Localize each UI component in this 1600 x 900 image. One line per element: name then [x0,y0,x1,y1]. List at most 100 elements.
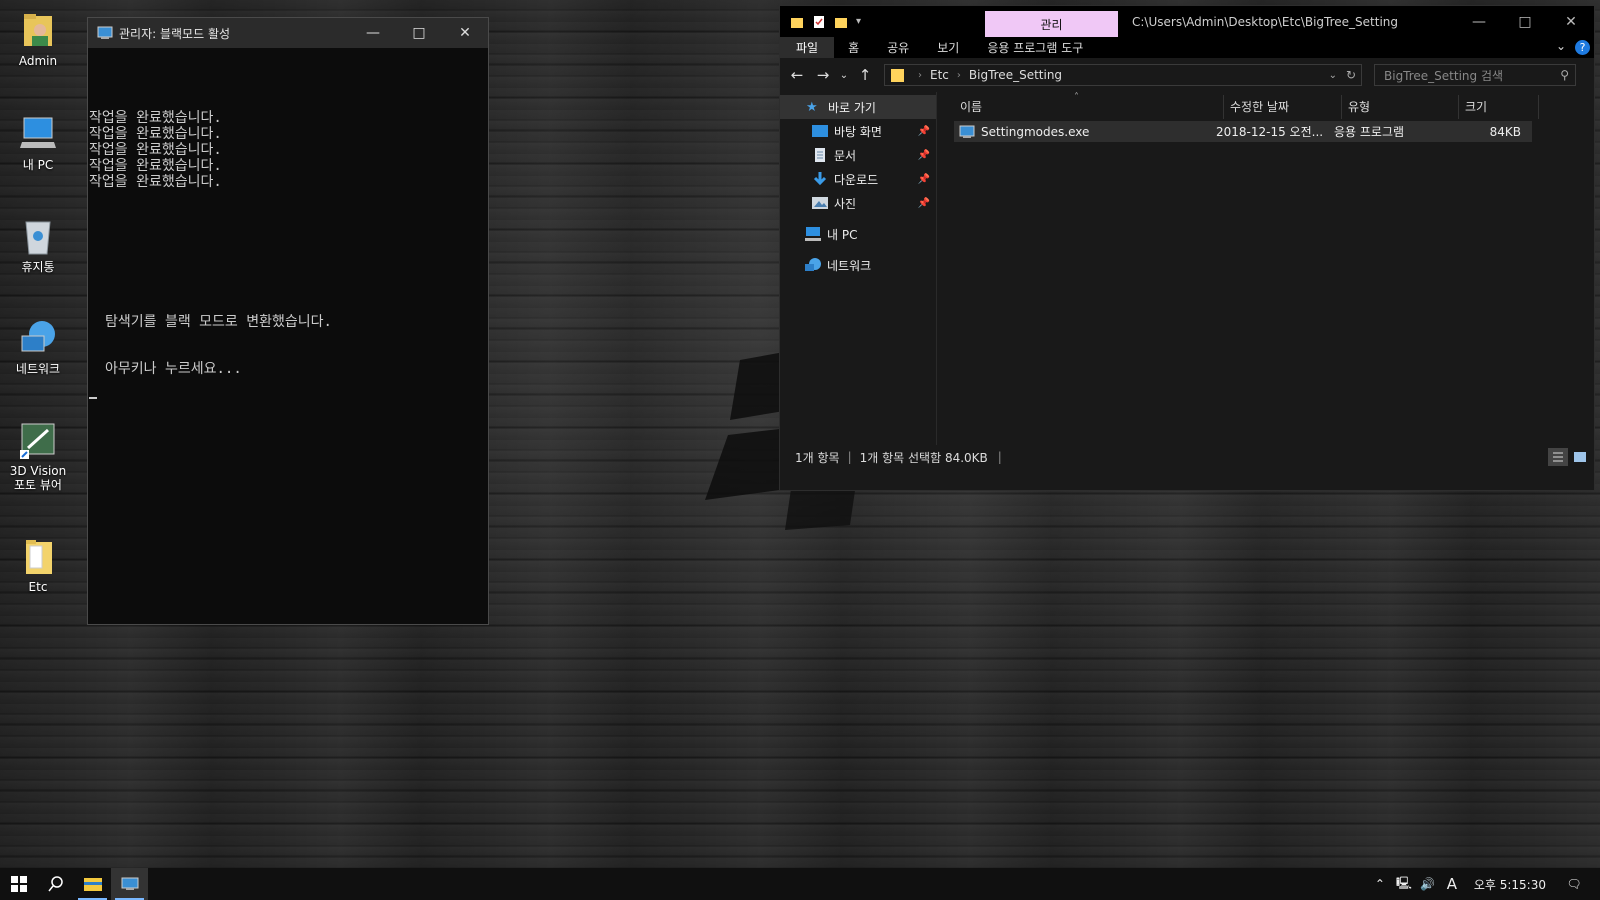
nav-item-network[interactable]: 네트워크 [780,253,936,277]
up-arrow-icon[interactable]: ↑ [852,66,878,84]
file-modified: 2018-12-15 오전... [1216,125,1324,139]
maximize-button[interactable]: □ [396,18,442,48]
console-line: 작업을 완료했습니다. [89,174,222,190]
breadcrumb-bigtree[interactable]: BigTree_Setting [969,68,1062,82]
folder-icon[interactable] [790,15,804,29]
details-view-icon[interactable] [1548,448,1568,466]
status-bar: 1개 항목 | 1개 항목 선택함 84.0KB | [780,445,1594,469]
forward-arrow-icon[interactable]: → [810,66,836,84]
desktop-icon-3d-vision[interactable]: 3D Vision 포토 뷰어 [4,420,72,492]
pin-icon[interactable]: 📌 [918,150,930,161]
nav-item-label: 네트워크 [827,258,872,273]
folder-icon [18,536,58,576]
executable-icon [959,125,975,138]
breadcrumb-separator-icon[interactable]: › [918,70,922,81]
search-icon [47,876,63,892]
file-list-pane: ˄ 이름 수정한 날짜 유형 크기 Settingmodes.exe 2018-… [937,92,1594,445]
search-button[interactable] [37,868,74,900]
file-size: 84KB [1489,124,1521,139]
refresh-icon[interactable]: ↻ [1346,68,1356,82]
help-icon[interactable]: ? [1575,40,1590,55]
pin-icon[interactable]: 📌 [918,198,930,209]
desktop-icon-admin[interactable]: Admin [4,10,72,68]
chevron-down-icon[interactable]: ⌄ [1556,39,1566,53]
breadcrumb-separator-icon[interactable]: › [957,70,961,81]
console-line: 작업을 완료했습니다. [89,158,222,174]
desktop-icon [812,125,828,137]
tab-home[interactable]: 홈 [834,37,873,58]
pin-icon[interactable]: 📌 [918,126,930,137]
large-icons-view-icon[interactable] [1570,448,1590,466]
desktop-icon-label: Admin [18,54,58,68]
desktop-icon-network[interactable]: 네트워크 [4,318,72,376]
nav-item-desktop[interactable]: 바탕 화면 📌 [780,119,936,143]
volume-icon[interactable]: 🔊 [1416,877,1440,891]
nav-item-documents[interactable]: 문서 📌 [780,143,936,167]
desktop-icon-this-pc[interactable]: 내 PC [4,114,72,172]
minimize-button[interactable]: — [1456,6,1502,37]
nav-item-downloads[interactable]: 다운로드 📌 [780,167,936,191]
network-status-icon[interactable]: 🖳 [1392,874,1416,895]
tab-manage[interactable]: 관리 [985,11,1118,37]
ime-indicator[interactable]: A [1440,875,1464,893]
column-header-type[interactable]: 유형 [1342,94,1459,119]
minimize-button[interactable]: — [350,18,396,48]
recycle-bin-icon [18,216,58,256]
nav-item-label: 다운로드 [834,172,879,187]
tab-file[interactable]: 파일 [780,37,835,58]
desktop-icon-label: 휴지통 [21,260,55,274]
new-folder-icon[interactable] [834,15,848,29]
chevron-down-icon[interactable]: ⌄ [1329,70,1337,81]
maximize-button[interactable]: □ [1502,6,1548,37]
windows-start-icon [10,876,27,892]
desktop-icon-label: 포토 뷰어 [14,478,62,492]
nav-item-label: 문서 [834,148,857,163]
tab-app-tools[interactable]: 응용 프로그램 도구 [973,37,1097,58]
taskbar: ⌃ 🖳 🔊 A 오후 5:15:30 🗨 [0,868,1600,900]
column-header-name[interactable]: 이름 [954,94,1224,119]
console-cursor [89,397,97,399]
desktop-icon-recycle-bin[interactable]: 휴지통 [4,216,72,274]
explorer-titlebar[interactable]: ▾ 관리 C:\Users\Admin\Desktop\Etc\BigTree_… [780,6,1594,37]
desktop-icon-etc[interactable]: Etc [4,536,72,594]
search-icon[interactable]: ⚲ [1560,68,1569,82]
nav-item-this-pc[interactable]: 내 PC [780,222,936,246]
pictures-icon [812,197,828,209]
back-arrow-icon[interactable]: ← [784,66,810,84]
chevron-up-icon[interactable]: ⌃ [1368,877,1392,891]
nav-item-label: 내 PC [827,227,858,242]
start-button[interactable] [0,868,37,900]
sort-ascending-icon: ˄ [1074,92,1079,103]
console-line: 작업을 완료했습니다. [89,126,222,142]
system-tray: ⌃ 🖳 🔊 A 오후 5:15:30 🗨 [1368,868,1600,900]
console-window[interactable]: 관리자: 블랙모드 활성 — □ ✕ 작업을 완료했습니다. 작업을 완료했습니… [87,17,489,625]
recent-dropdown-icon[interactable]: ⌄ [836,70,852,81]
properties-icon[interactable] [812,15,826,29]
file-name: Settingmodes.exe [981,124,1090,139]
console-output: 작업을 완료했습니다. 작업을 완료했습니다. 작업을 완료했습니다. 작업을 … [88,48,488,624]
column-header-modified[interactable]: 수정한 날짜 [1224,94,1342,119]
console-titlebar[interactable]: 관리자: 블랙모드 활성 — □ ✕ [88,18,488,48]
taskbar-file-explorer[interactable] [74,868,111,900]
breadcrumb-etc[interactable]: Etc [930,68,949,82]
chevron-down-icon[interactable]: ▾ [856,16,861,27]
close-button[interactable]: ✕ [442,18,488,48]
tab-share[interactable]: 공유 [873,37,923,58]
nav-item-pictures[interactable]: 사진 📌 [780,191,936,215]
close-button[interactable]: ✕ [1548,6,1594,37]
column-header-size[interactable]: 크기 [1459,94,1539,119]
file-row[interactable]: Settingmodes.exe 2018-12-15 오전... 응용 프로그… [954,121,1532,142]
nav-item-quick-access[interactable]: ★ 바로 가기 [780,95,936,119]
notification-icon[interactable]: 🗨 [1562,877,1586,891]
address-bar[interactable]: › Etc › BigTree_Setting ⌄ ↻ [884,64,1362,86]
search-box[interactable]: BigTree_Setting 검색 ⚲ [1374,64,1576,86]
pin-icon[interactable]: 📌 [918,174,930,185]
taskbar-console[interactable] [111,868,148,900]
user-folder-icon [18,10,58,50]
tab-view[interactable]: 보기 [923,37,973,58]
navigation-bar: ← → ⌄ ↑ › Etc › BigTree_Setting ⌄ ↻ BigT… [780,58,1594,92]
explorer-window[interactable]: ▾ 관리 C:\Users\Admin\Desktop\Etc\BigTree_… [779,5,1595,491]
computer-icon [805,227,821,241]
clock[interactable]: 오후 5:15:30 [1464,876,1562,893]
nav-item-label: 바탕 화면 [834,124,882,139]
